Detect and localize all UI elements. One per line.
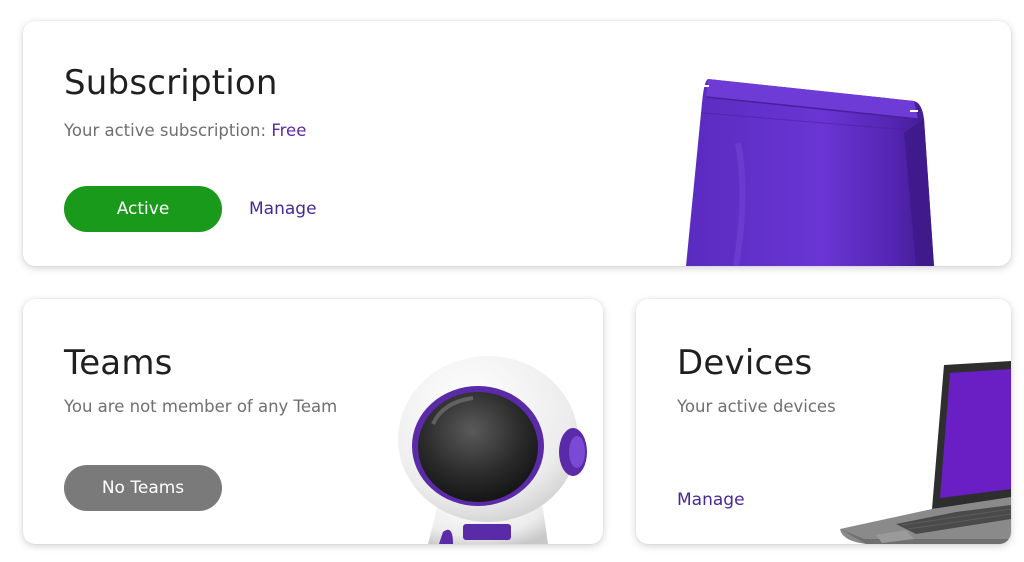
subscription-status-button[interactable]: Active (64, 186, 222, 232)
subscription-subtitle: Your active subscription: Free (64, 121, 306, 140)
laptop-icon (840, 361, 1011, 544)
coffee-bag-icon (686, 79, 934, 266)
subscription-plan: Free (271, 121, 307, 140)
subscription-manage-link[interactable]: Manage (249, 199, 317, 219)
devices-title: Devices (677, 343, 813, 383)
teams-card: Teams You are not member of any Team No … (23, 299, 603, 544)
astronaut-icon (398, 356, 587, 544)
subscription-subtitle-prefix: Your active subscription: (64, 121, 272, 140)
devices-subtitle: Your active devices (677, 397, 836, 416)
devices-card: Devices Your active devices Manage (636, 299, 1011, 544)
devices-manage-link[interactable]: Manage (677, 490, 745, 510)
subscription-card: Subscription Your active subscription: F… (23, 21, 1011, 266)
subscription-title: Subscription (64, 63, 278, 103)
teams-status-button[interactable]: No Teams (64, 465, 222, 511)
teams-subtitle: You are not member of any Team (64, 397, 338, 416)
teams-title: Teams (64, 343, 173, 383)
